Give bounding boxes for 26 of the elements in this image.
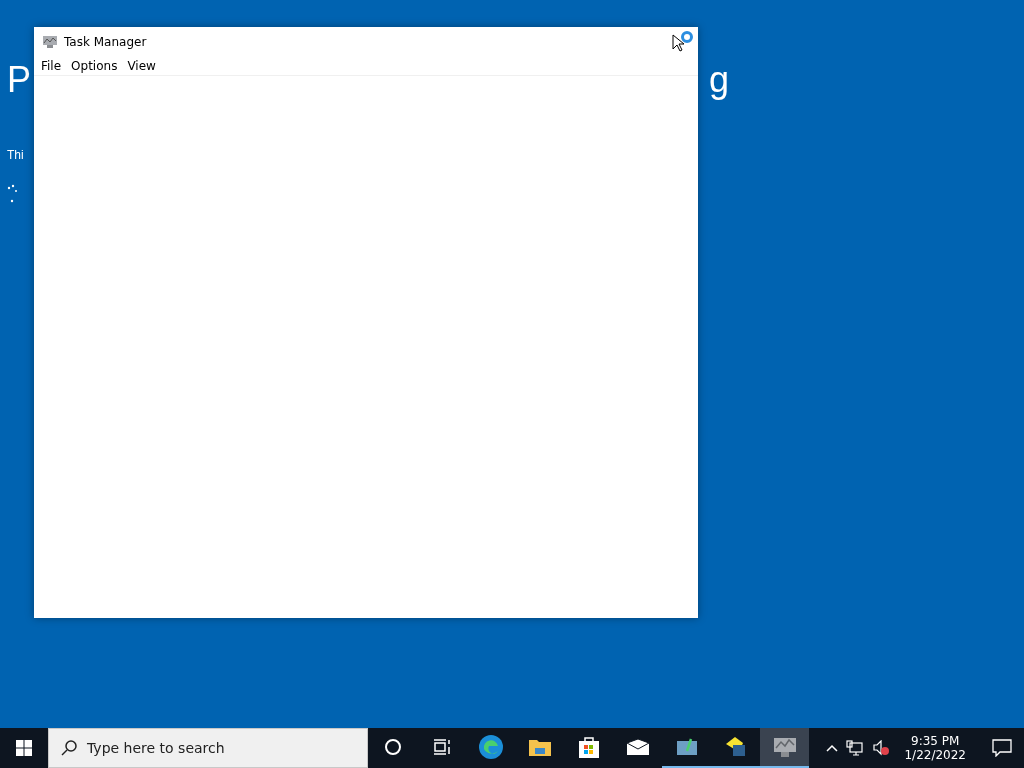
chevron-up-icon <box>826 744 839 752</box>
heading-text: g <box>708 58 729 102</box>
menu-item[interactable]: View <box>122 59 161 73</box>
notification-icon <box>992 739 1012 757</box>
task-manager-icon <box>42 35 58 49</box>
circle-icon <box>383 738 402 756</box>
search-icon <box>61 740 77 756</box>
task-manager-icon <box>772 736 797 758</box>
heading-text: P <box>7 58 31 102</box>
window-title: Task Manager <box>64 35 147 49</box>
task-view-icon <box>432 738 451 756</box>
windows-logo-icon <box>16 740 32 756</box>
search-field[interactable]: Type here to search <box>48 728 368 768</box>
subtitle-text: Thi <box>7 148 24 162</box>
calculator-icon <box>724 736 747 758</box>
menu-item[interactable]: File <box>36 59 67 73</box>
muted-speaker-icon <box>872 740 891 756</box>
monitor-icon <box>675 737 698 757</box>
folder-icon <box>527 737 552 757</box>
browser-icon <box>477 734 504 760</box>
store-bag-icon <box>577 735 600 759</box>
network-icon <box>846 740 865 756</box>
envelope-icon <box>625 738 650 756</box>
busy-cursor-icon <box>672 31 694 53</box>
menu-item[interactable]: Options <box>66 59 123 73</box>
clock[interactable]: 9:35 PM 1/22/2022 <box>898 734 972 762</box>
